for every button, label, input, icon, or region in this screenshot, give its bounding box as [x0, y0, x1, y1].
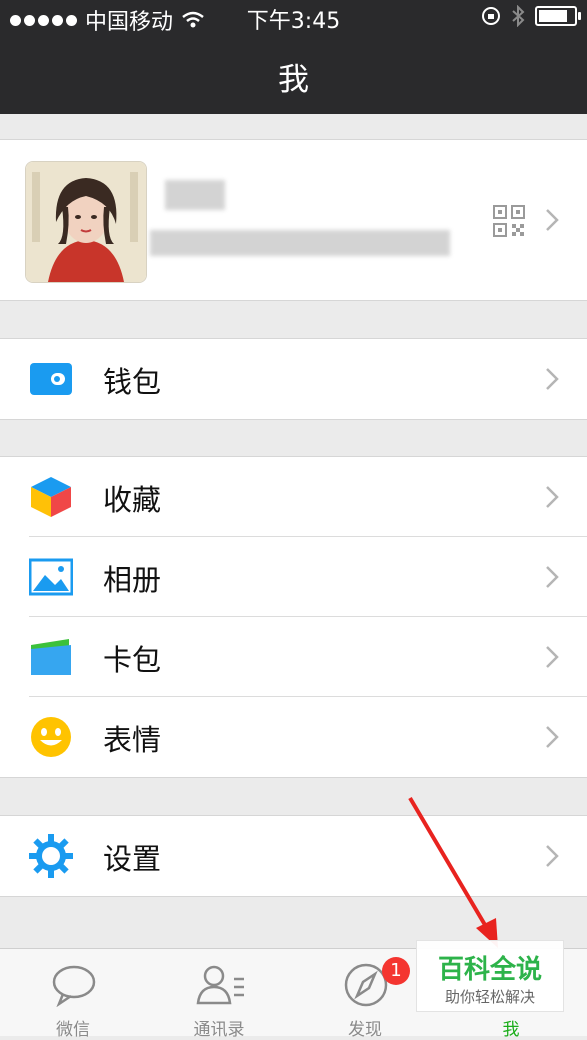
- status-icons: [481, 5, 581, 27]
- divider: [0, 300, 587, 301]
- photo-icon: [29, 558, 73, 596]
- rotation-lock-icon: [482, 7, 500, 25]
- bluetooth-icon: [512, 5, 525, 27]
- tab-contacts[interactable]: 通讯录: [146, 949, 292, 1040]
- chat-icon: [52, 965, 96, 1007]
- cube-icon: [31, 477, 71, 517]
- smiley-icon: [31, 717, 71, 757]
- watermark-subtitle: 助你轻松解决: [444, 988, 535, 1006]
- menu-label-stickers: 表情: [103, 723, 162, 757]
- menu-label-wallet: 钱包: [103, 365, 162, 399]
- divider: [0, 419, 587, 420]
- status-bar: 中国移动 下午3:45: [0, 0, 587, 35]
- contacts-icon: [196, 965, 244, 1005]
- avatar[interactable]: [25, 161, 147, 283]
- notification-badge: 1: [382, 957, 410, 985]
- wechat-id-redacted: [150, 230, 450, 256]
- tab-label: 微信: [56, 1020, 90, 1040]
- menu-label-cards: 卡包: [103, 643, 162, 677]
- wallet-icon: [30, 363, 72, 395]
- battery-icon: [535, 6, 581, 26]
- profile-card[interactable]: [0, 140, 587, 300]
- tab-label: 通讯录: [193, 1020, 245, 1040]
- chevron-right-icon: [546, 486, 559, 508]
- qr-code-icon[interactable]: [493, 205, 525, 237]
- avatar-illustration: [26, 162, 146, 282]
- menu-item-favorites[interactable]: 收藏: [0, 457, 587, 537]
- menu-item-wallet[interactable]: 钱包: [0, 339, 587, 419]
- chevron-right-icon: [546, 368, 559, 390]
- menu-item-cards[interactable]: 卡包: [0, 617, 587, 697]
- nickname-redacted: [165, 180, 225, 210]
- card-pack-icon: [31, 639, 71, 675]
- annotation-arrow: [408, 796, 498, 948]
- watermark-logo: 百科全说 助你轻松解决: [416, 940, 564, 1012]
- page-title: 我: [278, 62, 309, 98]
- watermark-title: 百科全说: [437, 955, 542, 985]
- menu-item-album[interactable]: 相册: [0, 537, 587, 617]
- menu-label-favorites: 收藏: [103, 483, 162, 517]
- nav-bar: 我: [0, 34, 587, 114]
- chevron-right-icon: [546, 209, 559, 231]
- menu-label-settings: 设置: [103, 842, 162, 876]
- chevron-right-icon: [546, 726, 559, 748]
- divider: [0, 777, 587, 778]
- gear-icon: [29, 834, 73, 878]
- tab-label: 发现: [348, 1020, 382, 1040]
- tab-chats[interactable]: 微信: [0, 949, 146, 1040]
- chevron-right-icon: [546, 845, 559, 867]
- menu-label-album: 相册: [103, 563, 162, 597]
- chevron-right-icon: [546, 646, 559, 668]
- tab-label: 我: [502, 1020, 520, 1040]
- menu-item-stickers[interactable]: 表情: [0, 697, 587, 777]
- chevron-right-icon: [546, 566, 559, 588]
